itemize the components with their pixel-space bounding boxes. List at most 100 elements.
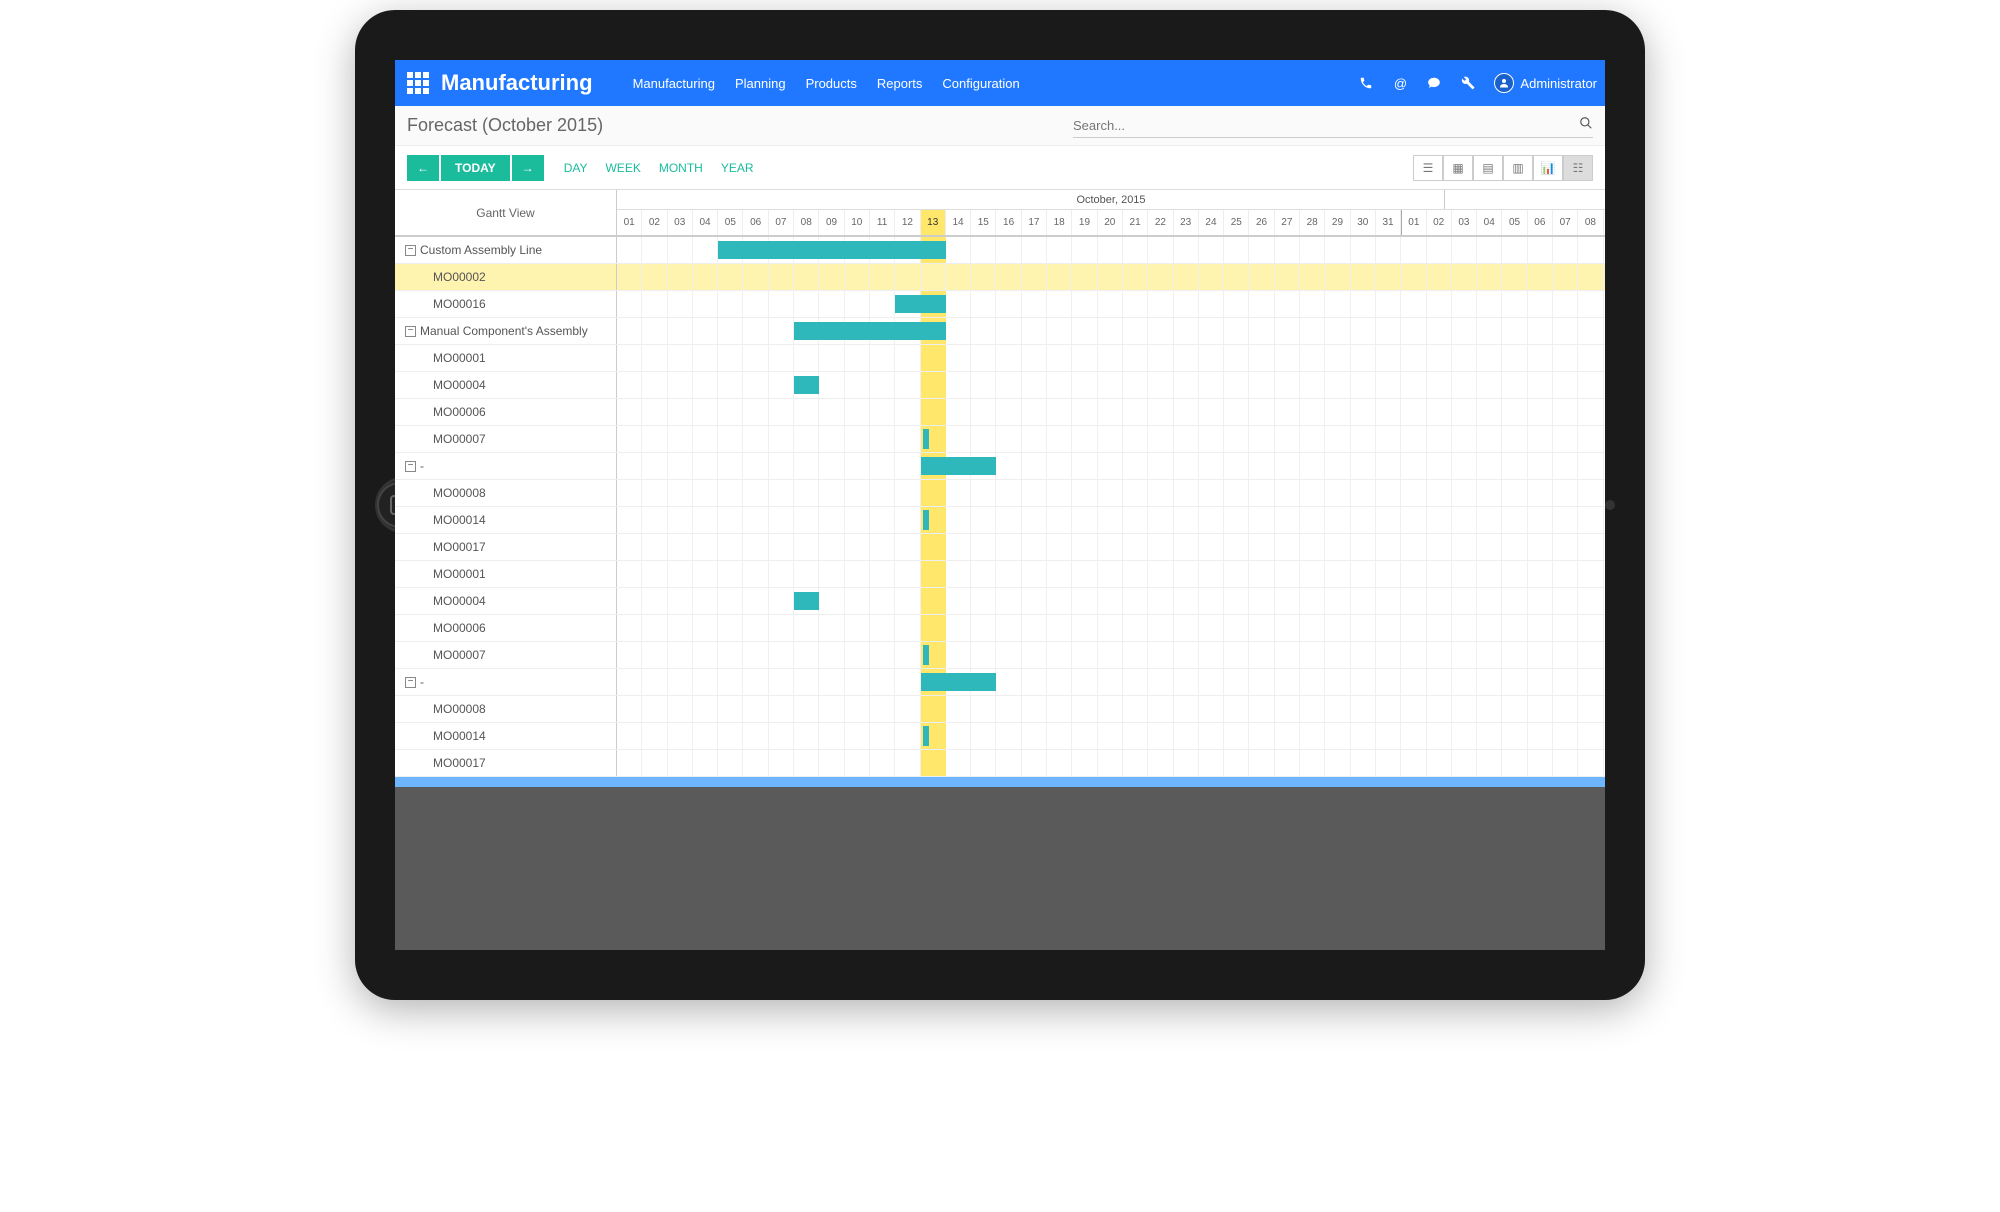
day-col: 04 xyxy=(1477,210,1502,235)
day-col: 16 xyxy=(996,210,1021,235)
today-button[interactable]: TODAY xyxy=(441,155,510,181)
collapse-icon[interactable]: − xyxy=(405,326,416,337)
day-col: 13 xyxy=(921,210,946,235)
nav-manufacturing[interactable]: Manufacturing xyxy=(633,76,715,91)
at-icon[interactable]: @ xyxy=(1392,75,1408,91)
gantt-row[interactable]: −- xyxy=(395,669,1605,696)
gantt-row[interactable]: MO00014 xyxy=(395,507,1605,534)
gantt-bar[interactable] xyxy=(921,457,997,475)
gantt-container: Gantt View October, 2015 010203040506070… xyxy=(395,190,1605,237)
search-icon[interactable] xyxy=(1579,116,1593,135)
gantt-bar[interactable] xyxy=(895,295,946,313)
row-label: MO00006 xyxy=(395,399,617,425)
gantt-row[interactable]: MO00006 xyxy=(395,399,1605,426)
gantt-row[interactable]: MO00017 xyxy=(395,750,1605,777)
gantt-row[interactable]: MO00016 xyxy=(395,291,1605,318)
nav-configuration[interactable]: Configuration xyxy=(942,76,1019,91)
row-label-text: MO00006 xyxy=(433,405,486,419)
gantt-bar[interactable] xyxy=(923,510,929,530)
gantt-view-label: Gantt View xyxy=(395,190,616,236)
gantt-row[interactable]: MO00006 xyxy=(395,615,1605,642)
range-month[interactable]: MONTH xyxy=(659,161,703,175)
view-pivot-icon[interactable]: ▥ xyxy=(1503,155,1533,181)
day-col: 24 xyxy=(1199,210,1224,235)
apps-grid-icon[interactable] xyxy=(403,68,433,98)
row-label: MO00016 xyxy=(395,291,617,317)
gantt-bar[interactable] xyxy=(923,645,929,665)
gantt-row[interactable]: MO00014 xyxy=(395,723,1605,750)
gantt-row[interactable]: −Manual Component's Assembly xyxy=(395,318,1605,345)
chat-icon[interactable] xyxy=(1426,75,1442,91)
gantt-bar[interactable] xyxy=(921,673,997,691)
day-col: 12 xyxy=(895,210,920,235)
day-col: 05 xyxy=(718,210,743,235)
gantt-bar[interactable] xyxy=(794,322,946,340)
row-timeline xyxy=(617,561,1605,587)
row-label-text: MO00002 xyxy=(433,270,486,284)
view-graph-icon[interactable]: 📊 xyxy=(1533,155,1563,181)
row-label: MO00007 xyxy=(395,426,617,452)
user-avatar-icon xyxy=(1494,73,1514,93)
row-timeline xyxy=(617,615,1605,641)
gantt-row[interactable]: MO00008 xyxy=(395,696,1605,723)
day-col: 06 xyxy=(743,210,768,235)
row-label: MO00004 xyxy=(395,372,617,398)
collapse-icon[interactable]: − xyxy=(405,245,416,256)
gantt-row[interactable]: MO00017 xyxy=(395,534,1605,561)
nav-reports[interactable]: Reports xyxy=(877,76,923,91)
row-label: MO00001 xyxy=(395,561,617,587)
gantt-row[interactable]: MO00008 xyxy=(395,480,1605,507)
gantt-rows: −Custom Assembly LineMO00002MO00016−Manu… xyxy=(395,237,1605,777)
gantt-row[interactable]: −- xyxy=(395,453,1605,480)
phone-icon[interactable] xyxy=(1358,75,1374,91)
gantt-row[interactable]: MO00007 xyxy=(395,426,1605,453)
row-label-text: MO00014 xyxy=(433,729,486,743)
day-col: 03 xyxy=(668,210,693,235)
gantt-row[interactable]: MO00001 xyxy=(395,561,1605,588)
nav-planning[interactable]: Planning xyxy=(735,76,786,91)
controls-bar: ← TODAY → DAY WEEK MONTH YEAR ☰ ▦ ▤ ▥ 📊 … xyxy=(395,146,1605,190)
gantt-bar[interactable] xyxy=(794,592,819,610)
view-kanban-icon[interactable]: ▦ xyxy=(1443,155,1473,181)
gantt-row[interactable]: MO00007 xyxy=(395,642,1605,669)
range-year[interactable]: YEAR xyxy=(721,161,754,175)
day-col: 19 xyxy=(1072,210,1097,235)
range-day[interactable]: DAY xyxy=(564,161,588,175)
sub-header: Forecast (October 2015) xyxy=(395,106,1605,146)
gantt-bar[interactable] xyxy=(923,429,929,449)
view-calendar-icon[interactable]: ▤ xyxy=(1473,155,1503,181)
search-input[interactable] xyxy=(1073,114,1579,137)
bottom-strip xyxy=(395,777,1605,787)
next-button[interactable]: → xyxy=(512,155,544,181)
day-col: 08 xyxy=(794,210,819,235)
collapse-icon[interactable]: − xyxy=(405,677,416,688)
days-header: 0102030405060708091011121314151617181920… xyxy=(617,210,1605,236)
gantt-row[interactable]: MO00001 xyxy=(395,345,1605,372)
gantt-row[interactable]: MO00002 xyxy=(395,264,1605,291)
view-gantt-icon[interactable]: ☷ xyxy=(1563,155,1593,181)
day-col: 01 xyxy=(617,210,642,235)
view-list-icon[interactable]: ☰ xyxy=(1413,155,1443,181)
gantt-row[interactable]: −Custom Assembly Line xyxy=(395,237,1605,264)
range-week[interactable]: WEEK xyxy=(605,161,640,175)
camera-dot xyxy=(1605,500,1615,510)
gantt-row[interactable]: MO00004 xyxy=(395,372,1605,399)
day-col: 22 xyxy=(1148,210,1173,235)
gantt-row[interactable]: MO00004 xyxy=(395,588,1605,615)
gantt-bar[interactable] xyxy=(923,726,929,746)
row-label-text: Manual Component's Assembly xyxy=(420,324,588,338)
tools-icon[interactable] xyxy=(1460,75,1476,91)
user-menu[interactable]: Administrator xyxy=(1494,73,1597,93)
nav-products[interactable]: Products xyxy=(806,76,857,91)
gantt-bar[interactable] xyxy=(718,241,946,259)
day-col: 20 xyxy=(1098,210,1123,235)
collapse-icon[interactable]: − xyxy=(405,461,416,472)
gantt-bar[interactable] xyxy=(794,376,819,394)
row-timeline xyxy=(617,345,1605,371)
day-col: 21 xyxy=(1123,210,1148,235)
prev-button[interactable]: ← xyxy=(407,155,439,181)
day-col: 07 xyxy=(1553,210,1578,235)
day-col: 26 xyxy=(1249,210,1274,235)
row-label: −- xyxy=(395,453,617,479)
row-label-text: MO00006 xyxy=(433,621,486,635)
